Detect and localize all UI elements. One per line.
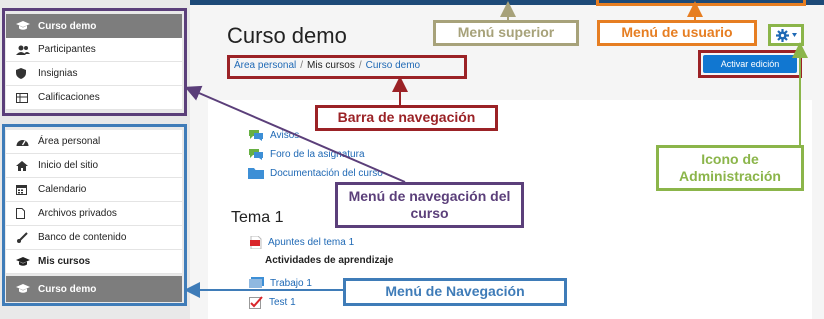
- main-nav-item-calendario[interactable]: Calendario: [6, 178, 182, 202]
- nav-item-label: Banco de contenido: [38, 232, 127, 243]
- activity-label: Foro de la asignatura: [270, 149, 365, 160]
- breadcrumb-area-personal[interactable]: Área personal: [234, 60, 296, 71]
- activity-label: Trabajo 1: [270, 277, 312, 289]
- callout-menu-usuario: Menú de usuario: [597, 20, 757, 46]
- activity-trabajo[interactable]: Trabajo 1: [249, 277, 312, 289]
- nav-item-label: Calendario: [38, 184, 87, 195]
- course-nav-item-insignias[interactable]: Insignias: [6, 62, 182, 86]
- main-nav-item-area-personal[interactable]: Área personal: [6, 130, 182, 154]
- shield-icon: [16, 68, 32, 79]
- chevron-down-icon: [791, 33, 797, 37]
- main-nav-item-mis-cursos[interactable]: Mis cursos: [6, 250, 182, 274]
- nav-item-label: Curso demo: [38, 283, 97, 295]
- course-nav-item-participantes[interactable]: Participantes: [6, 38, 182, 62]
- activity-documentacion[interactable]: Documentación del curso: [248, 167, 383, 179]
- users-icon: [16, 45, 32, 55]
- gear-icon: [775, 28, 789, 42]
- activity-label: Documentación del curso: [270, 167, 383, 179]
- graduation-cap-icon: [16, 284, 32, 294]
- forum-icon: [248, 148, 264, 161]
- course-nav-item-calificaciones[interactable]: Calificaciones: [6, 86, 182, 110]
- callout-menu-nav-curso: Menú de navegación del curso: [335, 182, 524, 228]
- activity-foro[interactable]: Foro de la asignatura: [248, 148, 365, 161]
- breadcrumb-separator: /: [358, 60, 362, 71]
- breadcrumb: Área personal / Mis cursos / Curso demo: [234, 60, 420, 71]
- callout-menu-superior: Menú superior: [433, 20, 579, 46]
- course-nav-item-curso-demo[interactable]: Curso demo: [6, 14, 182, 38]
- breadcrumb-separator: /: [300, 60, 304, 71]
- breadcrumb-curso-demo[interactable]: Curso demo: [366, 60, 420, 71]
- folder-icon: [248, 167, 264, 179]
- activity-label: Apuntes del tema 1: [268, 237, 355, 248]
- nav-item-label: Área personal: [38, 136, 101, 147]
- nav-item-label: Calificaciones: [38, 92, 100, 103]
- activity-label: Test 1: [269, 297, 296, 308]
- edit-mode-button[interactable]: Activar edición: [703, 55, 797, 73]
- home-icon: [16, 160, 32, 171]
- table-icon: [16, 92, 32, 103]
- pdf-icon: [250, 236, 262, 249]
- nav-item-label: Insignias: [38, 68, 78, 79]
- nav-item-label: Curso demo: [38, 20, 97, 32]
- file-icon: [16, 208, 32, 219]
- main-nav-item-archivos-privados[interactable]: Archivos privados: [6, 202, 182, 226]
- assignment-icon: [249, 277, 264, 289]
- callout-menu-navegacion: Menú de Navegación: [343, 278, 567, 306]
- nav-item-label: Mis cursos: [38, 256, 91, 267]
- callout-barra-navegacion: Barra de navegación: [315, 105, 498, 131]
- activity-test[interactable]: Test 1: [249, 296, 296, 309]
- callout-icono-admin: Icono de Administración: [656, 145, 804, 191]
- admin-gear-button[interactable]: [768, 24, 804, 46]
- quiz-icon: [249, 296, 263, 309]
- main-nav-item-banco-de-contenido[interactable]: Banco de contenido: [6, 226, 182, 250]
- main-nav-item-inicio-del-sitio[interactable]: Inicio del sitio: [6, 154, 182, 178]
- top-bar-highlight: [596, 0, 806, 6]
- nav-item-label: Participantes: [38, 44, 96, 55]
- calendar-icon: [16, 184, 32, 195]
- nav-item-label: Archivos privados: [38, 208, 117, 219]
- page-title: Curso demo: [227, 23, 347, 48]
- activity-label: Avisos: [270, 130, 300, 141]
- section-title: Tema 1: [231, 209, 284, 226]
- dashboard-icon: [16, 137, 32, 146]
- graduation-cap-icon: [16, 256, 32, 267]
- graduation-cap-icon: [16, 21, 32, 31]
- forum-icon: [248, 129, 264, 142]
- activity-apuntes[interactable]: Apuntes del tema 1: [250, 236, 354, 249]
- nav-item-label: Inicio del sitio: [38, 160, 99, 171]
- breadcrumb-mis-cursos[interactable]: Mis cursos: [307, 60, 355, 71]
- main-nav-item-curso-demo[interactable]: Curso demo: [6, 276, 182, 302]
- section-label: Actividades de aprendizaje: [265, 255, 394, 266]
- brush-icon: [16, 232, 32, 243]
- activity-avisos[interactable]: Avisos: [248, 129, 299, 142]
